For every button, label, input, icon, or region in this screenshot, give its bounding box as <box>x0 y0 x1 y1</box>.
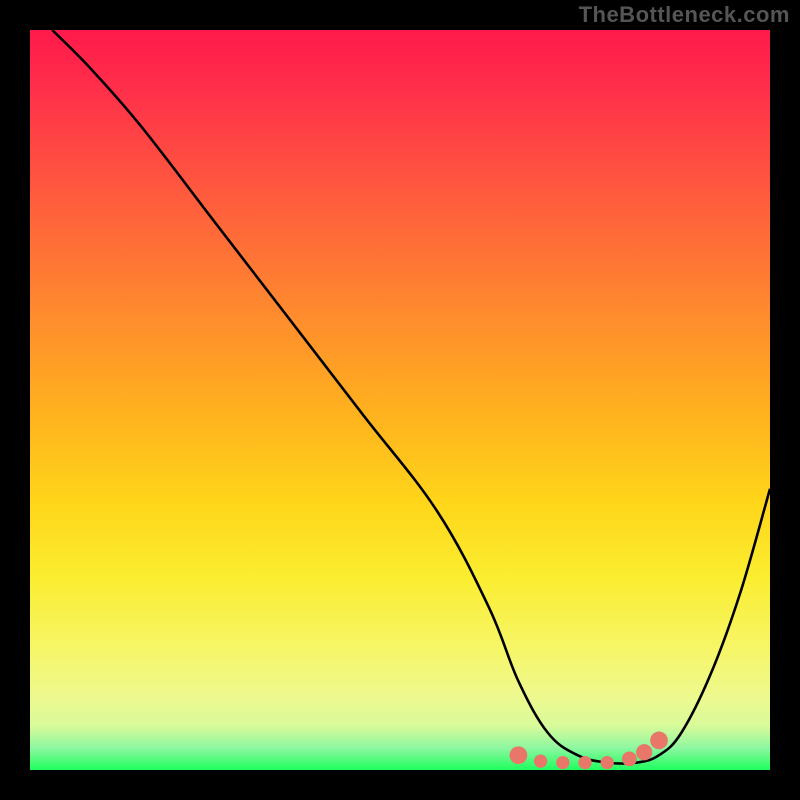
flat-region-dot-4 <box>601 756 614 769</box>
flat-region-right-1 <box>622 752 637 767</box>
flat-region-dot-3 <box>578 756 591 769</box>
bottleneck-curve-path <box>52 30 770 764</box>
watermark-text: TheBottleneck.com <box>579 2 790 28</box>
flat-region-dot-2 <box>556 756 569 769</box>
flat-region-left-cap <box>510 746 528 764</box>
flat-region-dot-1 <box>534 754 547 767</box>
chart-frame: TheBottleneck.com <box>0 0 800 800</box>
curve-svg <box>30 30 770 770</box>
flat-region-markers <box>510 732 668 770</box>
flat-region-right-cap <box>650 732 668 750</box>
plot-area <box>30 30 770 770</box>
flat-region-right-2 <box>636 744 652 760</box>
